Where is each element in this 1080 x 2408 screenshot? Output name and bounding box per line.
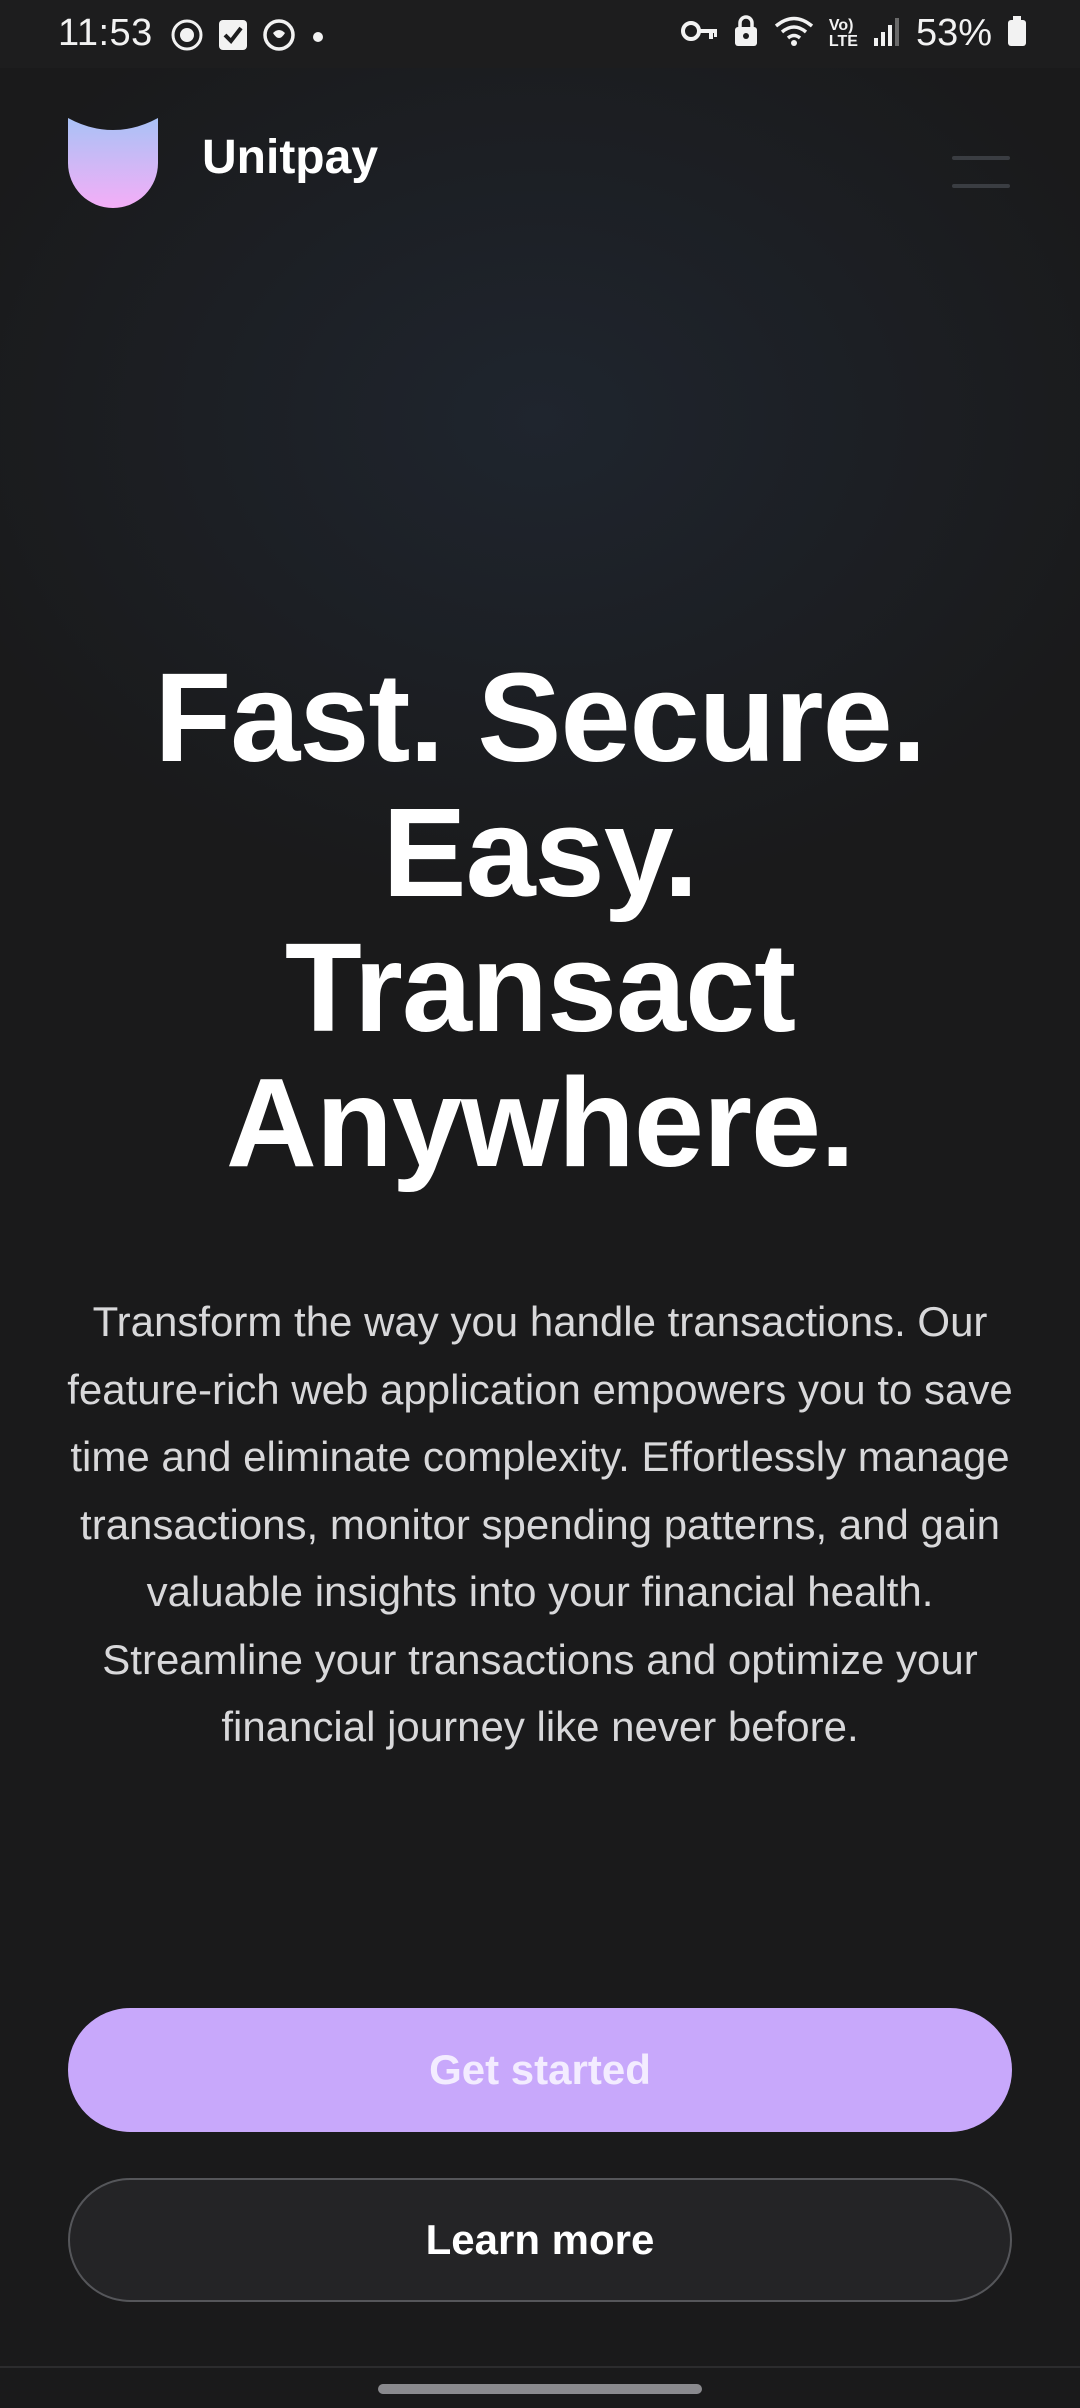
learn-more-button[interactable]: Learn more — [68, 2178, 1012, 2302]
unitpay-logo-icon[interactable] — [68, 118, 158, 208]
brand-name[interactable]: Unitpay — [202, 130, 378, 185]
focus-icon — [262, 18, 296, 57]
whatsapp-icon — [170, 18, 204, 57]
hamburger-menu-icon[interactable] — [952, 154, 1012, 194]
battery-icon — [1006, 14, 1028, 53]
signal-icon — [872, 14, 902, 53]
hero-title-line: Fast. Secure. — [154, 647, 926, 788]
status-bar: 11:53 Vo) LTE 53% — [0, 0, 1080, 68]
menu-line-top — [952, 156, 1010, 160]
status-time: 11:53 — [58, 12, 153, 54]
app-screen: 11:53 Vo) LTE 53% Unitpay Fast. Secure. … — [0, 0, 1080, 2408]
volte-label-bottom: LTE — [828, 32, 858, 50]
battery-percent: 53% — [915, 12, 992, 54]
volte-label-top: Vo) — [828, 16, 854, 34]
hero-description: Transform the way you handle transaction… — [67, 1298, 1013, 1750]
checkbox-icon — [218, 19, 248, 56]
hero-title: Fast. Secure. Easy. Transact Anywhere. — [60, 650, 1020, 1190]
vpn-key-icon — [680, 18, 719, 49]
get-started-button[interactable]: Get started — [68, 2008, 1012, 2132]
bottom-divider — [0, 2366, 1080, 2368]
notification-icons — [170, 18, 326, 57]
home-indicator[interactable] — [378, 2384, 702, 2394]
lock-icon — [733, 14, 759, 53]
wifi-icon — [773, 14, 815, 53]
hero-title-line: Transact — [284, 917, 796, 1058]
volte-icon: Vo) LTE — [828, 16, 858, 50]
hero-title-line: Easy. — [382, 782, 699, 923]
hero-title-line: Anywhere. — [225, 1052, 855, 1193]
dot-icon — [310, 18, 326, 57]
site-header: Unitpay — [0, 68, 1080, 218]
system-status: Vo) LTE 53% — [680, 12, 1028, 55]
menu-line-bottom — [952, 184, 1010, 188]
